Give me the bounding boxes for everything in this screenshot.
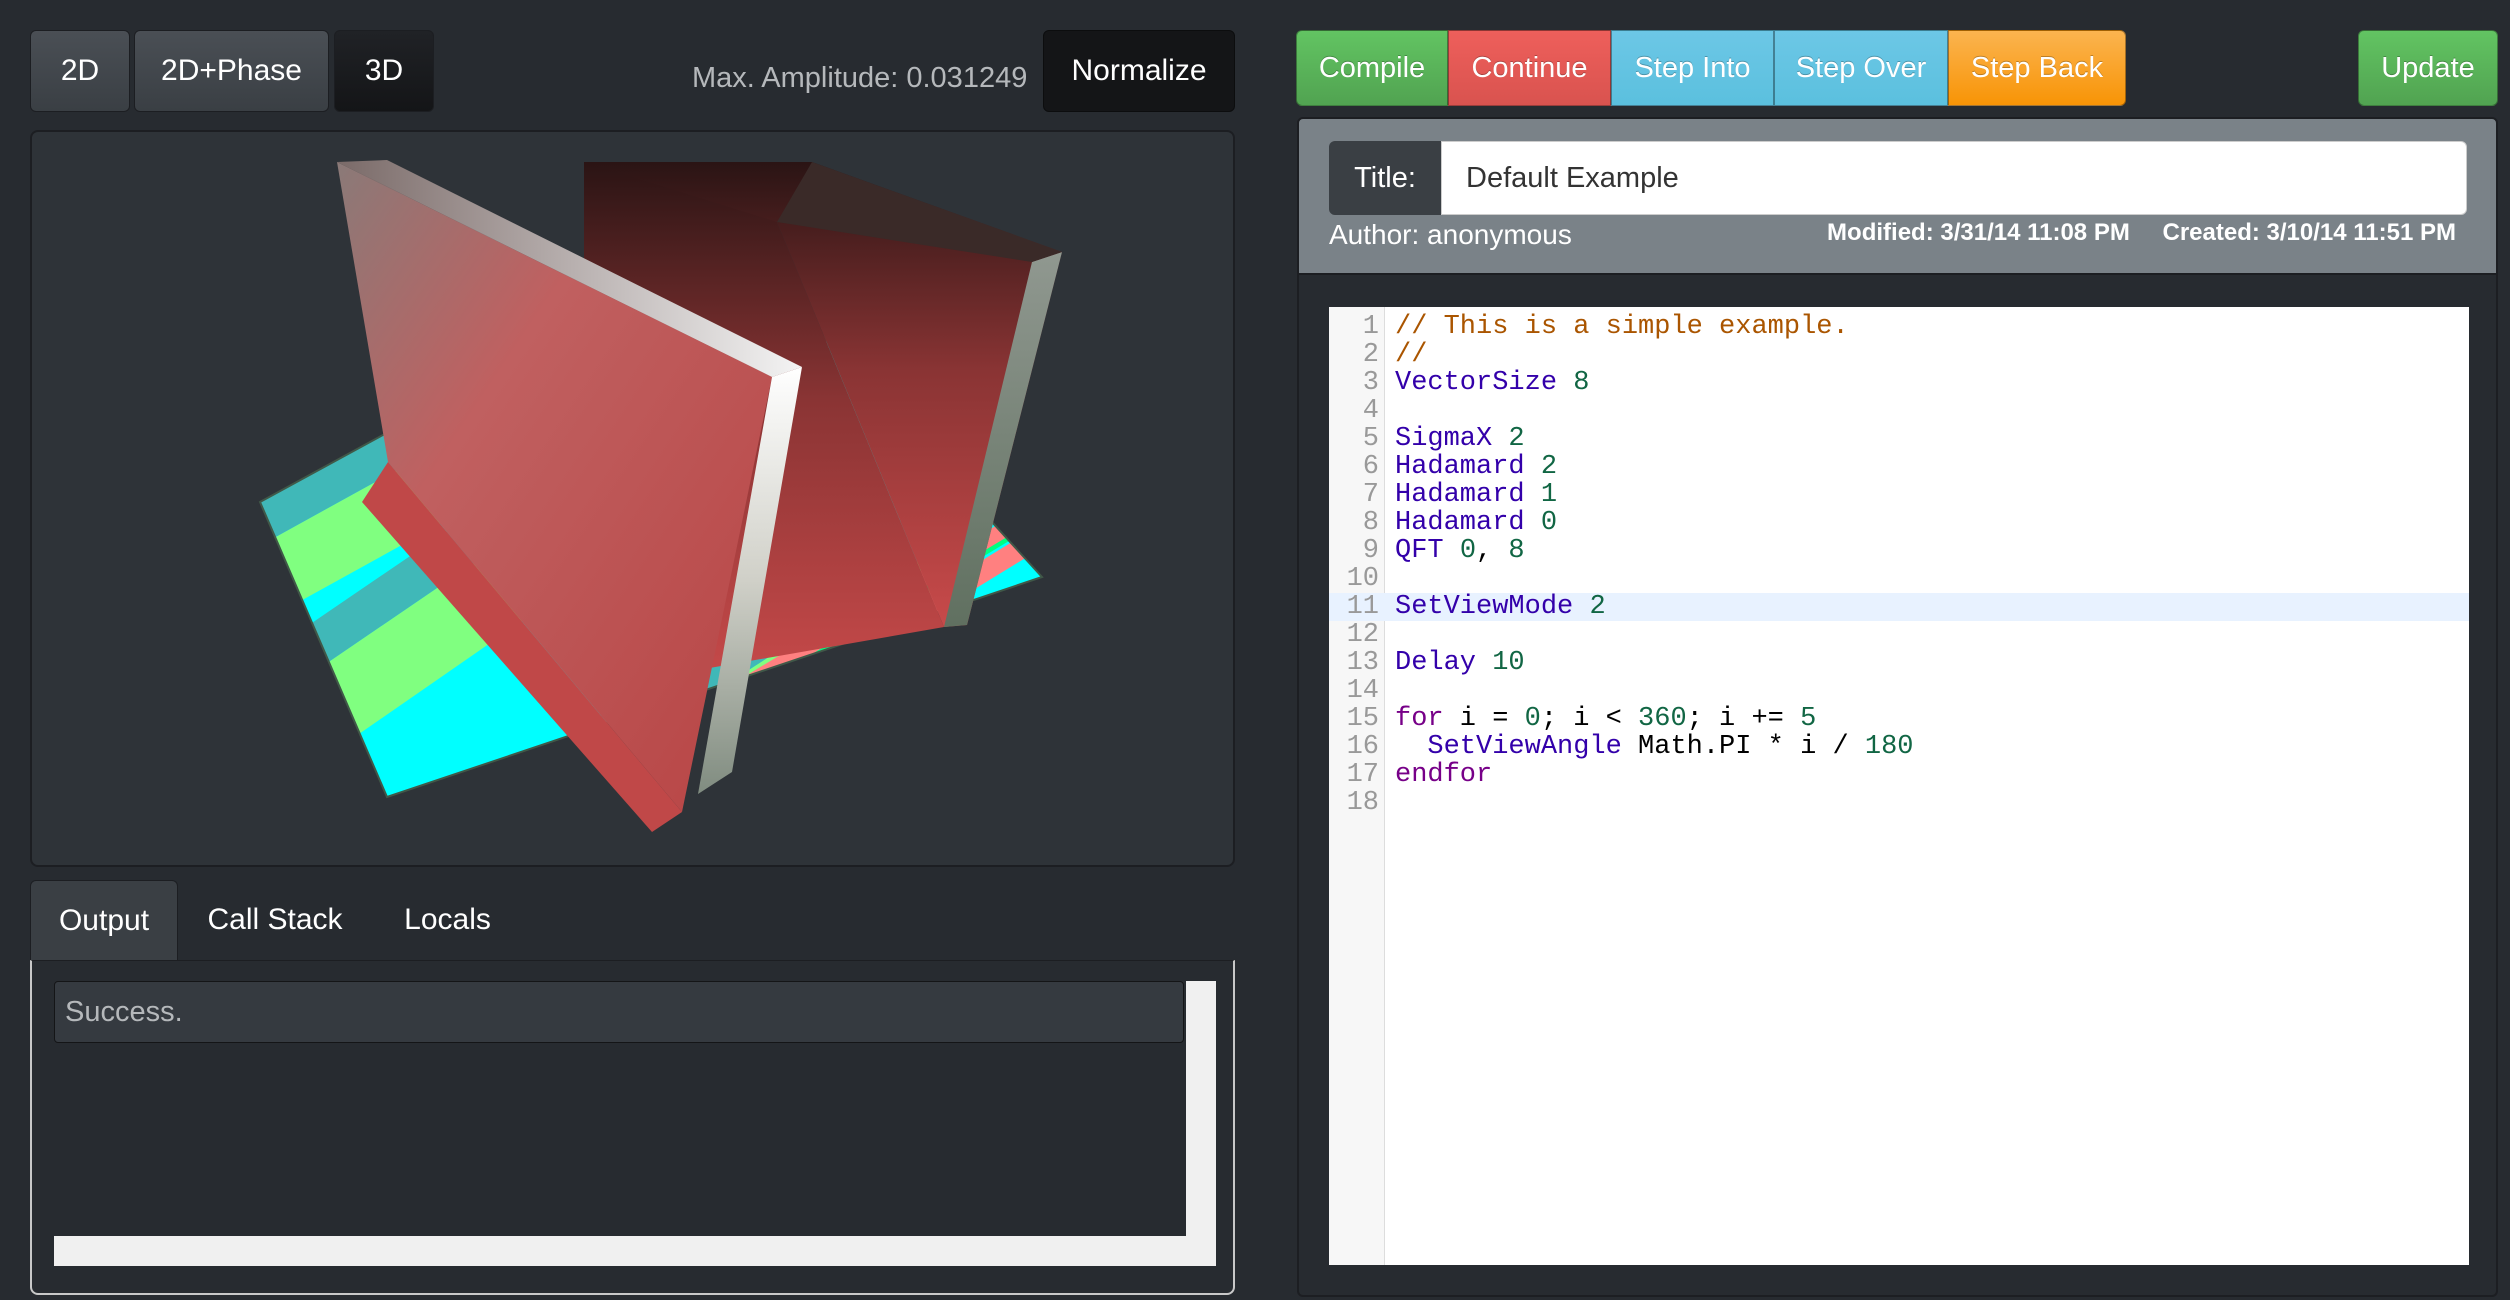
modified-date: Modified: 3/31/14 11:08 PM [1827,219,2130,246]
line-number: 17 [1346,760,1379,790]
code-text: Delay 10 [1395,648,1525,678]
code-line[interactable]: 2 // [1329,341,2469,369]
line-number: 12 [1346,620,1379,650]
output-horizontal-scrollbar[interactable] [54,1236,1216,1266]
code-line[interactable]: 3 VectorSize 8 [1329,369,2469,397]
code-line[interactable]: 17 endfor [1329,761,2469,789]
timestamps: Modified: 3/31/14 11:08 PM Created: 3/10… [1801,219,2456,247]
output-message: Success. [54,981,1184,1043]
step-over-button[interactable]: Step Over [1774,30,1948,106]
view-3d-button[interactable]: 3D [334,30,434,112]
code-line[interactable]: 12 [1329,621,2469,649]
code-text: SetViewMode 2 [1395,592,1606,622]
line-number: 1 [1362,312,1379,342]
line-number: 4 [1362,396,1379,426]
line-number: 3 [1362,368,1379,398]
code-text: endfor [1395,760,1493,790]
step-into-button[interactable]: Step Into [1611,30,1774,106]
max-amplitude-label: Max. Amplitude: 0.031249 [692,62,1028,94]
line-number: 7 [1362,480,1379,510]
code-line[interactable]: 8 Hadamard 0 [1329,509,2469,537]
author-label: Author: anonymous [1329,219,1572,250]
code-line[interactable]: 1 // This is a simple example. [1329,313,2469,341]
3d-amplitude-plot [258,160,1062,832]
view-2d-phase-button[interactable]: 2D+Phase [134,30,329,112]
code-text: SetViewAngle Math.PI * i / 180 [1427,732,1914,762]
code-text: VectorSize 8 [1395,368,1590,398]
visualization-viewport[interactable] [30,130,1235,867]
code-line[interactable]: 14 [1329,677,2469,705]
code-line[interactable]: 10 [1329,565,2469,593]
code-line[interactable]: 5 SigmaX 2 [1329,425,2469,453]
line-number: 2 [1362,340,1379,370]
script-info-panel: Title: Author: anonymous Modified: 3/31/… [1297,117,2498,275]
output-vertical-scrollbar[interactable] [1186,981,1216,1266]
compile-button[interactable]: Compile [1296,30,1448,106]
code-text: // [1395,340,1428,370]
code-line[interactable]: 18 [1329,789,2469,817]
editor-panel: 1 // This is a simple example. 2 // 3 VectorS… [1297,275,2498,1297]
tab-locals[interactable]: Locals [390,880,505,960]
code-line[interactable]: 15 for i = 0; i < 360; i += 5 [1329,705,2469,733]
line-number: 16 [1346,732,1379,762]
code-text: Hadamard 1 [1395,480,1558,510]
code-text: Hadamard 0 [1395,508,1558,538]
step-back-button[interactable]: Step Back [1948,30,2126,106]
line-number: 11 [1346,592,1379,622]
tab-call-stack[interactable]: Call Stack [200,880,350,960]
line-number: 6 [1362,452,1379,482]
title-label: Title: [1329,141,1441,215]
code-text: for i = 0; i < 360; i += 5 [1395,704,1817,734]
code-line[interactable]: 7 Hadamard 1 [1329,481,2469,509]
tab-output[interactable]: Output [30,880,178,960]
created-date: Created: 3/10/14 11:51 PM [2162,219,2457,246]
line-number: 9 [1362,536,1379,566]
line-number: 18 [1346,788,1379,818]
code-line[interactable]: 9 QFT 0, 8 [1329,537,2469,565]
code-text: // This is a simple example. [1395,312,1849,342]
line-number: 15 [1346,704,1379,734]
code-line[interactable]: 11 SetViewMode 2 [1329,593,2469,621]
code-text: Hadamard 2 [1395,452,1558,482]
code-text: SigmaX 2 [1395,424,1525,454]
code-editor[interactable]: 1 // This is a simple example. 2 // 3 VectorS… [1329,307,2469,1265]
normalize-button[interactable]: Normalize [1043,30,1235,112]
code-text: QFT 0, 8 [1395,536,1525,566]
line-number: 10 [1346,564,1379,594]
line-number: 8 [1362,508,1379,538]
code-line[interactable]: 13 Delay 10 [1329,649,2469,677]
line-number: 13 [1346,648,1379,678]
output-panel: Success. [30,960,1235,1295]
view-2d-button[interactable]: 2D [30,30,130,112]
code-line[interactable]: 6 Hadamard 2 [1329,453,2469,481]
code-line[interactable]: 16 SetViewAngle Math.PI * i / 180 [1329,733,2469,761]
title-input[interactable] [1441,141,2467,215]
update-button[interactable]: Update [2358,30,2498,106]
line-number: 5 [1362,424,1379,454]
continue-button[interactable]: Continue [1448,30,1611,106]
output-area[interactable]: Success. [54,981,1216,1266]
code-line[interactable]: 4 [1329,397,2469,425]
line-number: 14 [1346,676,1379,706]
